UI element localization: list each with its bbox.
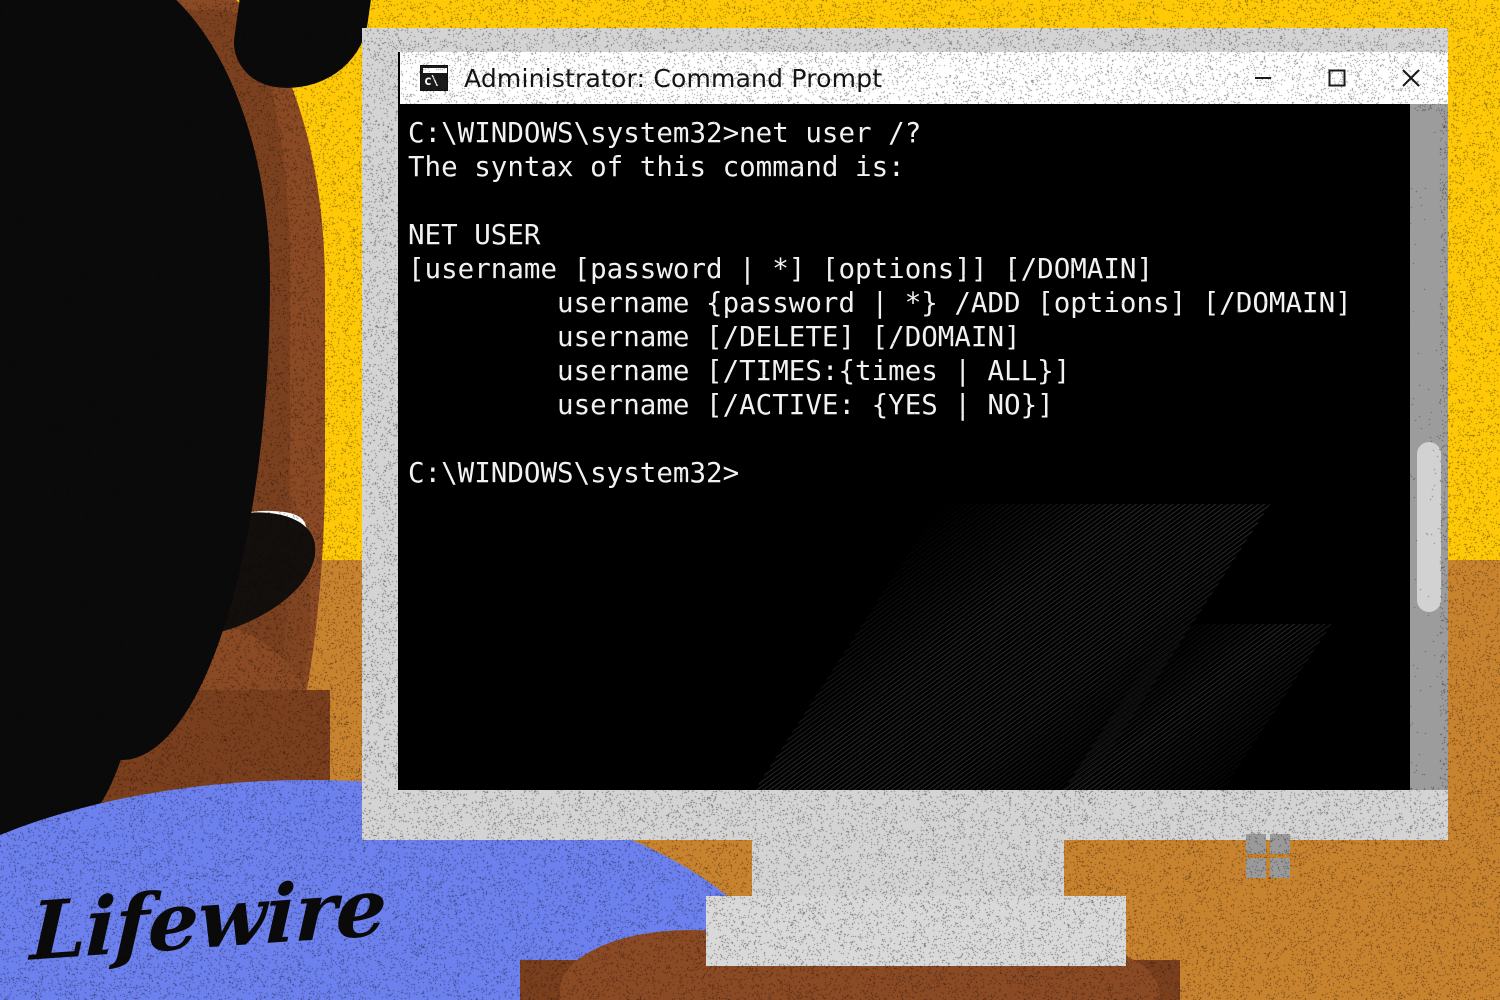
window-controls bbox=[1226, 52, 1448, 104]
close-button[interactable] bbox=[1374, 52, 1448, 104]
terminal-output-area[interactable]: C:\WINDOWS\system32>net user /? The synt… bbox=[400, 104, 1448, 790]
minimize-button[interactable] bbox=[1226, 52, 1300, 104]
screen-glare-secondary bbox=[1029, 624, 1332, 790]
title-bar[interactable]: Administrator: Command Prompt bbox=[400, 52, 1448, 104]
screen-glare-primary bbox=[720, 504, 1271, 790]
maximize-button[interactable] bbox=[1300, 52, 1374, 104]
minimize-icon bbox=[1250, 65, 1276, 91]
window-title: Administrator: Command Prompt bbox=[464, 64, 882, 93]
maximize-icon bbox=[1324, 65, 1350, 91]
windows-logo bbox=[1246, 834, 1292, 880]
terminal-output-block: C:\WINDOWS\system32>net user /? The synt… bbox=[408, 116, 1352, 422]
monitor-stand-neck bbox=[752, 840, 1064, 898]
illustration-scene: Lifewire Administrator: Command Prompt bbox=[0, 0, 1500, 1000]
terminal-prompt-line: C:\WINDOWS\system32> bbox=[408, 456, 739, 490]
close-icon bbox=[1398, 65, 1424, 91]
keyboard bbox=[706, 896, 1126, 966]
scrollbar-track[interactable] bbox=[1410, 104, 1448, 790]
scrollbar-thumb[interactable] bbox=[1417, 442, 1441, 612]
command-prompt-icon bbox=[420, 65, 448, 91]
command-prompt-window[interactable]: Administrator: Command Prompt bbox=[400, 52, 1448, 790]
